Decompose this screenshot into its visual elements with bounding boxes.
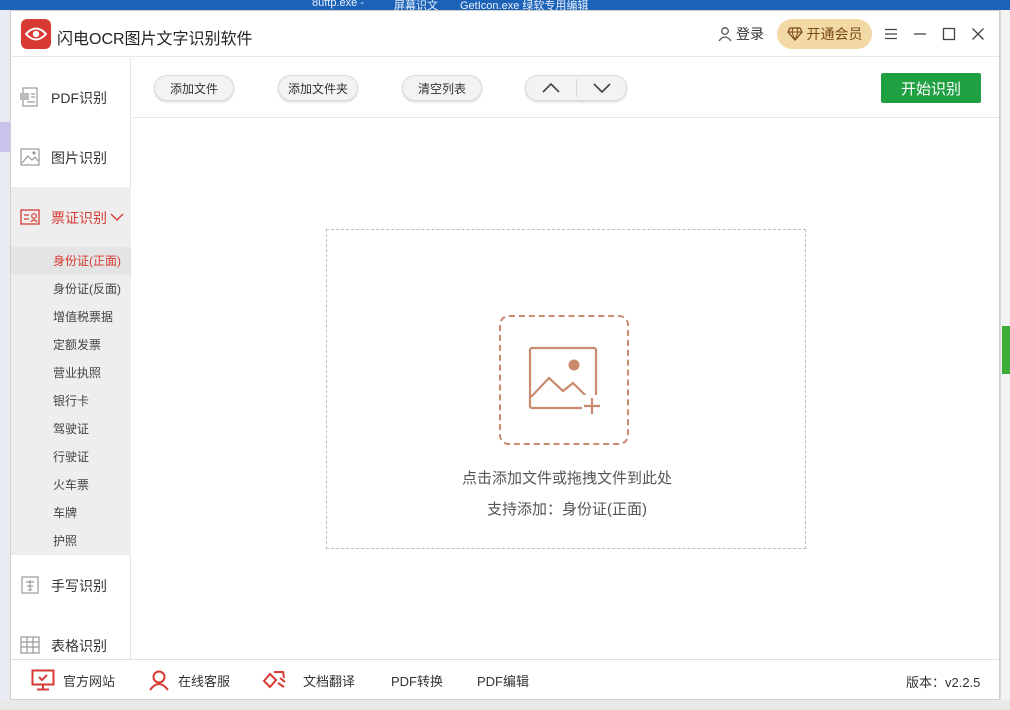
desktop-taskbar: 8uftp.exe - 屏幕识文 GetIcon.exe 绿软专用编辑 [0,0,1010,10]
submenu-item[interactable]: 身份证(反面) [11,275,131,303]
taskbar-item[interactable]: 8uftp.exe - [312,0,364,9]
online-service-link[interactable]: 在线客服 [148,660,230,700]
chevron-down-icon [110,213,124,221]
hamburger-menu-icon [885,28,897,40]
clear-list-button[interactable]: 清空列表 [402,75,482,101]
sidebar-item-pdf[interactable]: PDF识别 [11,67,131,127]
submenu-item[interactable]: 营业执照 [11,359,131,387]
sidebar-item-image[interactable]: 图片识别 [11,127,131,187]
sidebar: PDF识别 图片识别 票证识别 身份证(正面) 身份证(反面) 增值税票据 定额… [11,58,131,659]
supported-types-text: 支持添加：身份证(正面) [487,501,647,518]
login-label: 登录 [736,26,764,42]
footer-label: 在线客服 [178,673,231,689]
add-image-button[interactable] [499,315,629,445]
add-image-icon [528,346,602,415]
customer-service-icon [149,670,169,691]
sidebar-item-handwriting[interactable]: 手写识别 [11,555,131,615]
toolbar: 添加文件 添加文件夹 清空列表 开始识别 [132,58,999,118]
sidebar-item-certificate[interactable]: 票证识别 [11,187,131,247]
handwriting-icon [21,576,39,594]
submenu-item[interactable]: 增值税票据 [11,303,131,331]
maximize-icon [942,27,956,41]
submenu-item[interactable]: 火车票 [11,471,131,499]
move-buttons [525,75,627,101]
footer-label: 官方网站 [63,673,116,689]
sidebar-item-label: 图片识别 [51,150,107,166]
close-button[interactable] [967,23,989,45]
sidebar-item-label: 票证识别 [51,210,107,226]
chevron-down-icon [593,83,611,93]
close-icon [972,28,984,40]
diamond-icon [786,27,803,41]
login-button[interactable]: 登录 [717,24,764,44]
submenu-item[interactable]: 驾驶证 [11,415,131,443]
table-icon [20,636,40,654]
user-icon [718,27,732,42]
submenu-item[interactable]: 行驶证 [11,443,131,471]
move-down-button[interactable] [577,76,627,100]
app-window: 闪电OCR图片文字识别软件 登录 开通会员 PDF识别 图片识别 票证识别 身份… [10,10,1000,700]
desktop-background-bottom [0,700,1010,710]
drop-hint-text: 点击添加文件或拖拽文件到此处 [461,470,672,487]
desktop-background-left [0,10,10,700]
desktop-background-right [1000,10,1010,710]
add-folder-button[interactable]: 添加文件夹 [278,75,358,101]
sidebar-item-label: PDF识别 [51,90,107,106]
move-up-button[interactable] [526,76,576,100]
pdf-edit-link[interactable]: PDF编辑 [477,660,529,700]
submenu-item[interactable]: 身份证(正面) [11,247,131,275]
menu-button[interactable] [880,23,902,45]
footer-bar: 官方网站 在线客服 文档翻译 PDF转换 PDF编辑 版本：v2.2.5 [11,659,999,699]
monitor-icon [31,669,55,691]
submenu-item[interactable]: 定额发票 [11,331,131,359]
maximize-button[interactable] [938,23,960,45]
file-drop-zone[interactable]: 点击添加文件或拖拽文件到此处 支持添加：身份证(正面) [326,229,806,549]
id-card-icon [20,209,40,225]
app-logo-icon [21,19,51,49]
submenu-item[interactable]: 护照 [11,527,131,555]
pdf-icon [20,87,38,107]
app-title: 闪电OCR图片文字识别软件 [57,31,253,48]
certificate-submenu: 身份证(正面) 身份证(反面) 增值税票据 定额发票 营业执照 银行卡 驾驶证 … [11,247,131,555]
vip-button[interactable]: 开通会员 [777,19,872,49]
minimize-button[interactable] [909,23,931,45]
version-label: 版本：v2.2.5 [906,675,981,690]
footer-label: 文档翻译 [303,673,356,689]
translate-icon [262,671,286,689]
submenu-item[interactable]: 银行卡 [11,387,131,415]
pdf-convert-link[interactable]: PDF转换 [391,660,443,700]
taskbar-item[interactable]: GetIcon.exe 绿软专用编辑 [460,0,588,10]
image-icon [20,148,40,166]
minimize-icon [914,33,926,35]
sidebar-item-label: 表格识别 [51,638,107,654]
document-translate-link[interactable]: 文档翻译 [261,660,355,700]
title-bar: 闪电OCR图片文字识别软件 登录 开通会员 [11,11,999,57]
submenu-item[interactable]: 车牌 [11,499,131,527]
chevron-up-icon [542,83,560,93]
vip-label: 开通会员 [806,26,863,42]
sidebar-item-label: 手写识别 [51,578,107,594]
add-file-button[interactable]: 添加文件 [154,75,234,101]
taskbar-item[interactable]: 屏幕识文 [394,0,438,10]
official-website-link[interactable]: 官方网站 [31,660,115,700]
start-recognition-button[interactable]: 开始识别 [881,73,981,103]
